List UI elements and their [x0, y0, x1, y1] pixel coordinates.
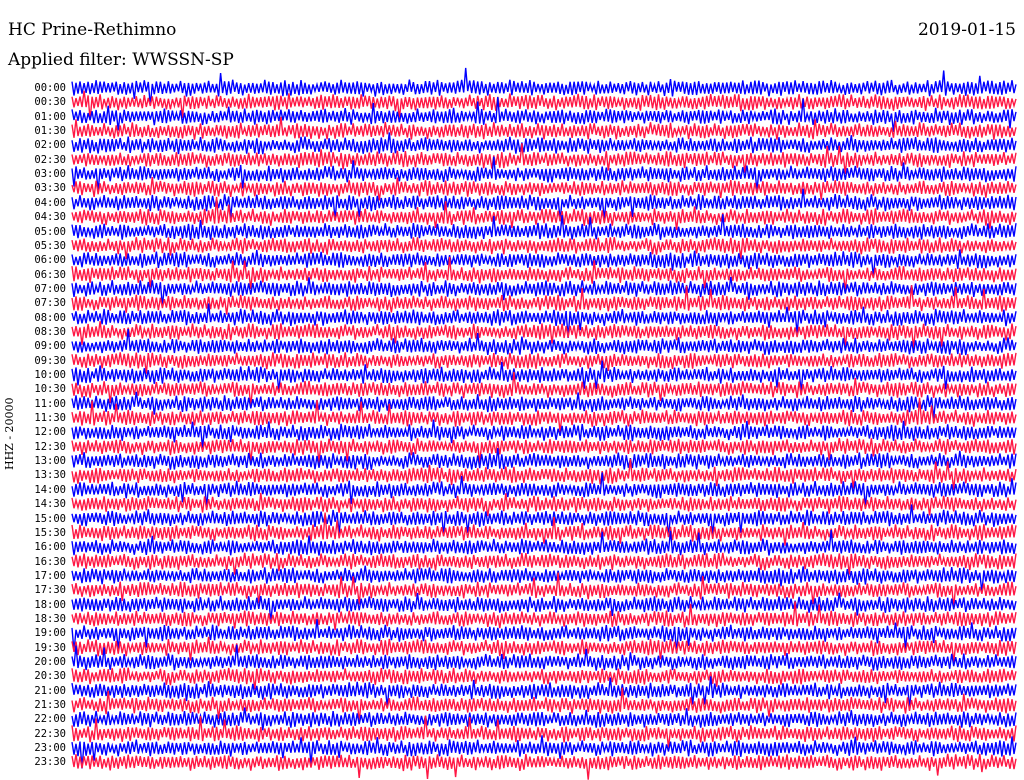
time-tick-label: 15:00	[34, 512, 66, 525]
time-tick-label: 18:30	[34, 612, 66, 625]
time-tick-label: 09:00	[34, 340, 66, 353]
time-tick-label: 22:00	[34, 713, 66, 726]
time-tick-label: 08:30	[34, 325, 66, 338]
time-tick-label: 12:30	[34, 440, 66, 453]
time-tick-label: 00:30	[34, 96, 66, 109]
time-tick-label: 10:00	[34, 369, 66, 381]
time-tick-label: 06:00	[34, 254, 66, 267]
time-tick-label: 14:00	[34, 483, 66, 496]
time-tick-label: 00:00	[34, 82, 66, 94]
time-tick-label: 16:30	[34, 555, 66, 568]
time-tick-label: 02:00	[34, 139, 66, 152]
time-tick-label: 03:30	[34, 182, 66, 195]
trace-line	[71, 492, 1017, 517]
time-tick-label: 05:00	[34, 225, 66, 238]
time-tick-label: 21:00	[34, 684, 66, 697]
time-tick-label: 06:30	[34, 268, 66, 281]
trace-line	[71, 707, 1017, 731]
seismogram-plot	[71, 67, 1017, 780]
time-tick-label: 01:30	[34, 125, 66, 138]
time-tick-label: 17:00	[34, 569, 66, 582]
time-tick-label: 03:00	[34, 168, 66, 181]
trace-line	[71, 352, 1017, 374]
time-tick-label: 17:30	[34, 584, 66, 597]
time-tick-label: 19:00	[34, 627, 66, 640]
time-tick-label: 04:00	[34, 196, 66, 209]
time-tick-label: 19:30	[34, 641, 66, 654]
time-tick-label: 09:30	[34, 354, 66, 367]
time-tick-label: 22:30	[34, 727, 66, 740]
time-tick-label: 02:30	[34, 153, 66, 166]
time-tick-label: 01:00	[34, 110, 66, 123]
time-tick-label: 13:00	[34, 455, 66, 468]
time-tick-label: 07:00	[34, 282, 66, 295]
time-tick-label: 14:30	[34, 498, 66, 511]
time-tick-label: 20:30	[34, 670, 66, 683]
time-tick-label: 07:30	[34, 297, 66, 310]
trace-line	[71, 753, 1017, 780]
time-tick-label: 12:00	[34, 426, 66, 439]
time-tick-label: 08:00	[34, 311, 66, 324]
time-tick-label: 15:30	[34, 526, 66, 539]
trace-line	[71, 237, 1017, 260]
time-tick-label: 20:00	[34, 656, 66, 668]
time-tick-label: 18:00	[34, 598, 66, 611]
time-tick-label: 11:30	[34, 412, 66, 425]
time-tick-label: 13:30	[34, 469, 66, 482]
time-tick-label: 23:30	[34, 756, 66, 769]
time-tick-label: 21:30	[34, 699, 66, 712]
time-tick-label: 04:30	[34, 211, 66, 224]
time-tick-label: 11:00	[34, 397, 66, 410]
time-tick-label: 10:30	[34, 383, 66, 396]
time-tick-label: 16:00	[34, 541, 66, 554]
time-tick-label: 23:00	[34, 742, 66, 755]
time-tick-label: 05:30	[34, 239, 66, 252]
